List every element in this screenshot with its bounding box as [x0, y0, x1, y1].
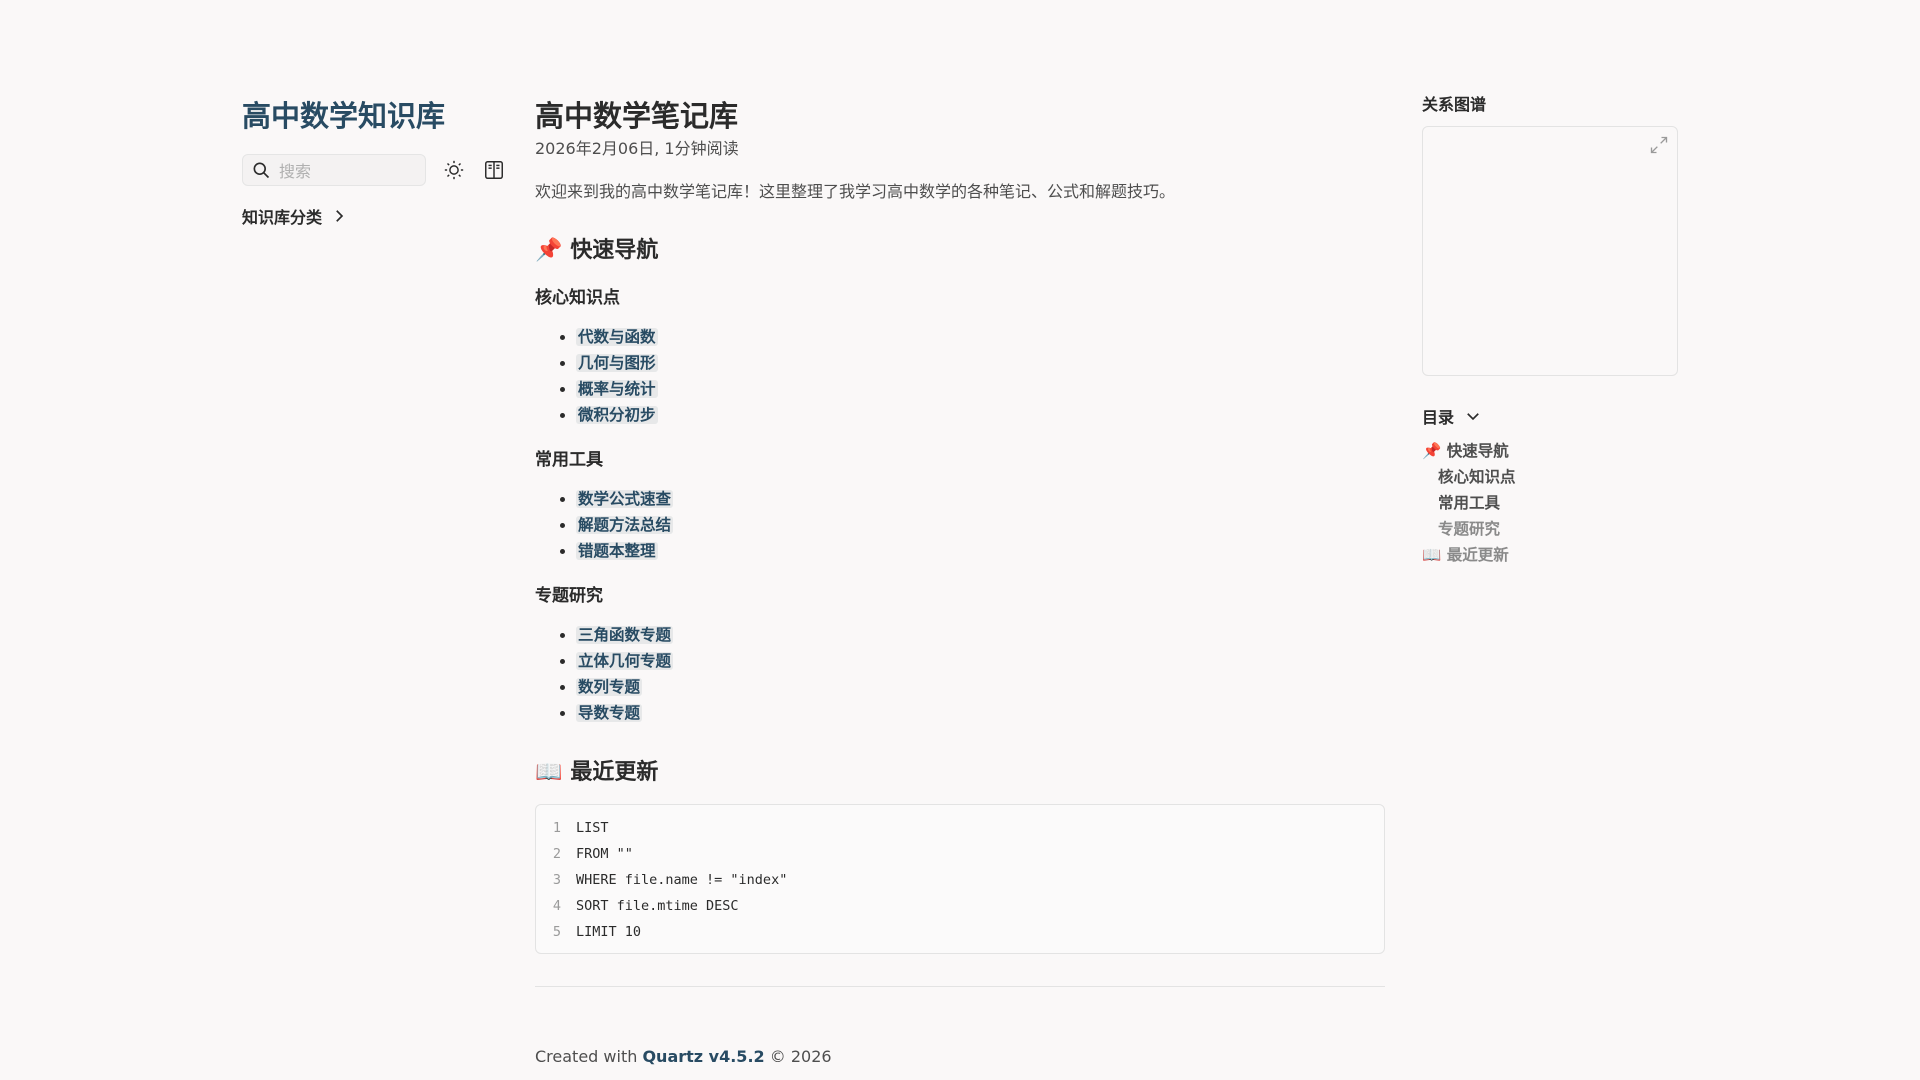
- footer-divider: [535, 986, 1385, 987]
- toc-item-quick-nav[interactable]: 📌 快速导航: [1422, 438, 1680, 464]
- link-probability[interactable]: 概率与统计: [576, 380, 658, 398]
- graph-view[interactable]: [1422, 126, 1678, 376]
- line-number: 1: [552, 820, 561, 836]
- code-text: LIST: [576, 820, 609, 836]
- link-geometry[interactable]: 几何与图形: [576, 354, 658, 372]
- link-derivatives[interactable]: 导数专题: [576, 704, 643, 722]
- right-sidebar: 关系图谱 目录 📌 快速导航 核心知识点 常用工具 专题研究 📖 最近更新: [1422, 94, 1680, 568]
- section-heading-tools: 常用工具: [535, 450, 603, 470]
- search-icon: [253, 162, 270, 179]
- list-item: 解题方法总结: [576, 512, 1385, 538]
- link-algebra-functions[interactable]: 代数与函数: [576, 328, 658, 346]
- code-line: 3 WHERE file.name != "index": [536, 867, 1384, 893]
- link-mistake-notebook[interactable]: 错题本整理: [576, 542, 658, 560]
- toc-item-tools[interactable]: 常用工具: [1422, 490, 1680, 516]
- site-title[interactable]: 高中数学知识库: [242, 96, 512, 136]
- list-item: 概率与统计: [576, 376, 1385, 402]
- code-line: 4 SORT file.mtime DESC: [536, 893, 1384, 919]
- page-title: 高中数学笔记库: [535, 99, 739, 133]
- search-placeholder: 搜索: [279, 162, 312, 181]
- line-number: 3: [552, 872, 561, 888]
- list-item: 代数与函数: [576, 324, 1385, 350]
- line-number: 4: [552, 898, 561, 914]
- list-item: 几何与图形: [576, 350, 1385, 376]
- expand-icon[interactable]: [1649, 135, 1669, 155]
- list-item: 导数专题: [576, 700, 1385, 726]
- footer-copyright: © 2026: [769, 1047, 832, 1066]
- footer: Created with Quartz v4.5.2 © 2026: [535, 1047, 1385, 1066]
- graph-title: 关系图谱: [1422, 95, 1487, 114]
- link-formula-reference[interactable]: 数学公式速查: [576, 490, 674, 508]
- link-calculus[interactable]: 微积分初步: [576, 406, 658, 424]
- code-line: 2 FROM "": [536, 841, 1384, 867]
- article-meta: 2026年2月06日, 1分钟阅读: [535, 139, 739, 158]
- page: 高中数学知识库 搜索 知识库分类 高中数学笔记库 2026年2月06日, 1分钟…: [0, 0, 1920, 1080]
- list-item: 三角函数专题: [576, 622, 1385, 648]
- code-line: 1 LIST: [536, 815, 1384, 841]
- explorer-label: 知识库分类: [242, 208, 323, 227]
- link-solid-geometry[interactable]: 立体几何专题: [576, 652, 674, 670]
- link-list-topics: 三角函数专题 立体几何专题 数列专题 导数专题: [535, 622, 1385, 726]
- code-text: FROM "": [576, 846, 633, 862]
- toc-toggle[interactable]: 目录: [1422, 404, 1680, 428]
- footer-prefix: Created with: [535, 1047, 638, 1066]
- code-block: 1 LIST 2 FROM "" 3 WHERE file.name != "inde…: [535, 804, 1385, 954]
- section-heading-topics: 专题研究: [535, 586, 603, 606]
- book-icon: [485, 161, 503, 179]
- left-sidebar: 高中数学知识库 搜索 知识库分类: [242, 96, 512, 228]
- toc-item-topics[interactable]: 专题研究: [1422, 516, 1680, 542]
- sun-icon: [444, 160, 464, 180]
- list-item: 数列专题: [576, 674, 1385, 700]
- code-line: 5 LIMIT 10: [536, 919, 1384, 945]
- search-input[interactable]: 搜索: [242, 154, 426, 186]
- open-book-icon: 📖: [535, 760, 563, 785]
- link-list-tools: 数学公式速查 解题方法总结 错题本整理: [535, 486, 1385, 564]
- list-item: 微积分初步: [576, 402, 1385, 428]
- chevron-down-icon: [1467, 413, 1479, 421]
- pushpin-icon: 📌: [535, 238, 563, 263]
- code-text: SORT file.mtime DESC: [576, 898, 739, 914]
- link-trigonometry[interactable]: 三角函数专题: [576, 626, 674, 644]
- toc-item-recent[interactable]: 📖 最近更新: [1422, 542, 1680, 568]
- recent-heading: 📖 最近更新: [535, 758, 1385, 788]
- theme-toggle-button[interactable]: [442, 158, 466, 182]
- intro-paragraph: 欢迎来到我的高中数学笔记库！这里整理了我学习高中数学的各种笔记、公式和解题技巧。: [535, 182, 1176, 201]
- toc-item-core[interactable]: 核心知识点: [1422, 464, 1680, 490]
- line-number: 2: [552, 846, 561, 862]
- quick-nav-heading-text: 快速导航: [570, 238, 659, 263]
- quartz-link[interactable]: Quartz v4.5.2: [642, 1047, 764, 1066]
- section-heading-core: 核心知识点: [535, 288, 620, 308]
- recent-heading-text: 最近更新: [570, 760, 659, 785]
- line-number: 5: [552, 924, 561, 940]
- link-method-summary[interactable]: 解题方法总结: [576, 516, 674, 534]
- code-text: LIMIT 10: [576, 924, 642, 940]
- sidebar-toolbar: 搜索: [242, 154, 512, 186]
- chevron-right-icon: [336, 210, 344, 222]
- reader-mode-button[interactable]: [482, 158, 506, 182]
- list-item: 数学公式速查: [576, 486, 1385, 512]
- explorer-toggle[interactable]: 知识库分类: [242, 204, 512, 228]
- link-sequences[interactable]: 数列专题: [576, 678, 643, 696]
- quick-nav-heading: 📌 快速导航: [535, 236, 1385, 266]
- code-text: WHERE file.name != "index": [576, 872, 788, 888]
- toc-title: 目录: [1422, 408, 1455, 427]
- article: 高中数学笔记库 2026年2月06日, 1分钟阅读 欢迎来到我的高中数学笔记库！…: [535, 96, 1385, 1066]
- table-of-contents: 📌 快速导航 核心知识点 常用工具 专题研究 📖 最近更新: [1422, 438, 1680, 568]
- link-list-core: 代数与函数 几何与图形 概率与统计 微积分初步: [535, 324, 1385, 428]
- list-item: 立体几何专题: [576, 648, 1385, 674]
- list-item: 错题本整理: [576, 538, 1385, 564]
